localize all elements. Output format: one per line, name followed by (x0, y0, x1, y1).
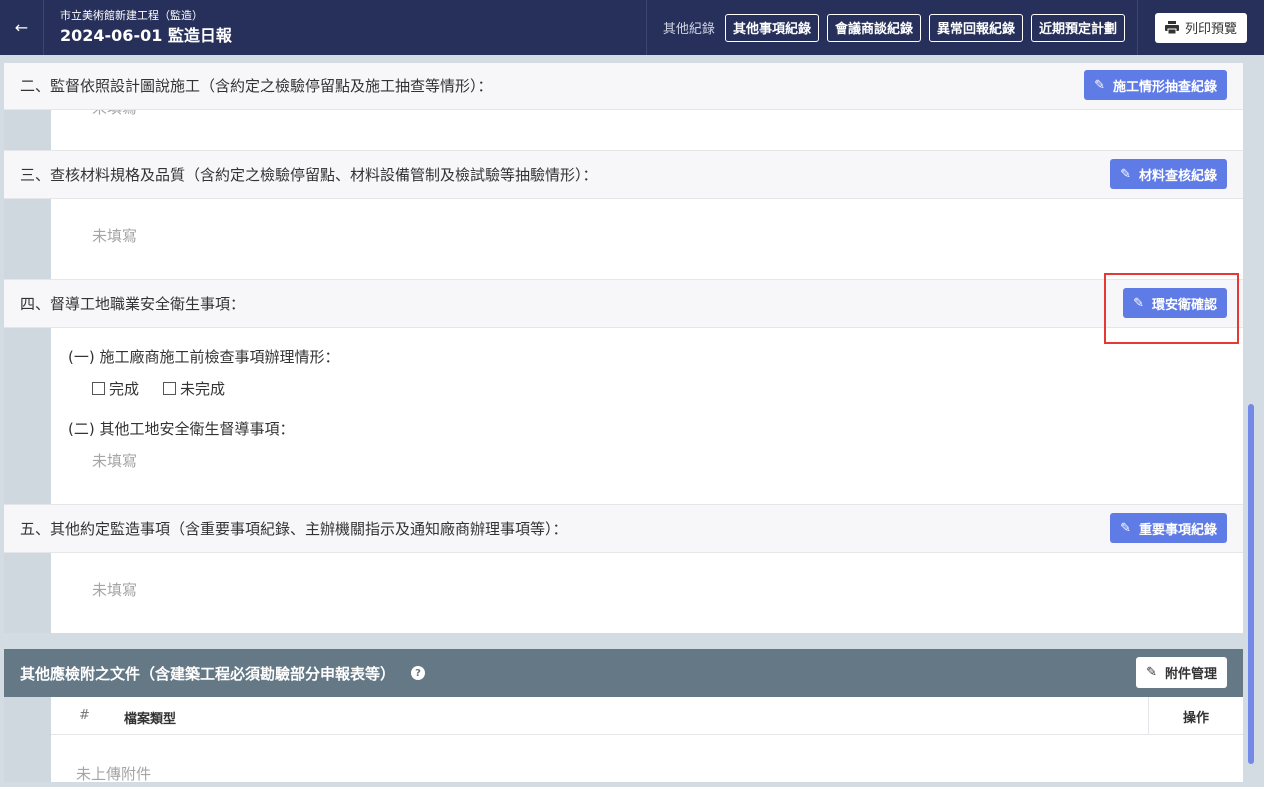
scrollbar-thumb[interactable] (1248, 404, 1254, 764)
pencil-icon: ✎ (1094, 77, 1105, 93)
print-area: 列印預覽 (1138, 0, 1264, 55)
printer-icon (1164, 21, 1179, 34)
column-operations: 操作 (1148, 697, 1243, 735)
print-preview-label: 列印預覽 (1184, 22, 1237, 37)
other-safety-question: (二) 其他工地安全衛生督導事項： (68, 420, 295, 438)
attachments-title: 其他應檢附之文件（含建築工程必須勘驗部分申報表等） (20, 664, 396, 683)
highlight-box (1104, 273, 1239, 344)
section-3-header: 三、查核材料規格及品質（含約定之檢驗停留點、材料設備管制及檢試驗等抽驗情形）： … (4, 150, 1243, 199)
table-header: # 檔案類型 操作 (51, 697, 1243, 735)
top-bar: ← 市立美術館新建工程（監造） 2024-06-01 監造日報 其他紀錄 其他事… (0, 0, 1264, 55)
checkbox-icon[interactable] (92, 382, 105, 395)
arrow-left-icon: ← (14, 18, 29, 37)
attachment-manage-button[interactable]: ✎ 附件管理 (1136, 657, 1227, 688)
section-5-empty-text: 未填寫 (92, 581, 138, 599)
construction-inspection-record-label: 施工情形抽查紀錄 (1112, 79, 1217, 95)
section-2-title: 二、監督依照設計圖說施工（含約定之檢驗停留點及施工抽查等情形）： (20, 77, 493, 95)
important-items-record-button[interactable]: ✎ 重要事項紀錄 (1110, 513, 1227, 543)
anomaly-report-button[interactable]: 異常回報紀錄 (928, 13, 1023, 42)
section-4-header: 四、督導工地職業安全衛生事項： ✎ 環安衛確認 (4, 279, 1243, 328)
checkbox-icon[interactable] (163, 382, 177, 395)
option-undone-label: 未完成 (180, 380, 226, 398)
attachments-table: # 檔案類型 操作 未上傳附件 (4, 697, 1243, 782)
pre-construction-check-options: 完成 未完成 (92, 378, 225, 399)
section-stripe (4, 199, 51, 279)
section-4-title: 四、督導工地職業安全衛生事項： (20, 295, 246, 313)
section-4-body: (一) 施工廠商施工前檢查事項辦理情形： 完成 未完成 (二) 其他工地安全衛生… (4, 328, 1243, 504)
section-5-title: 五、其他約定監造事項（含重要事項紀錄、主辦機關指示及通知廠商辦理事項等）： (20, 520, 568, 538)
page-title: 2024-06-01 監造日報 (60, 25, 232, 45)
section-stripe (4, 328, 51, 504)
pre-construction-check-question: (一) 施工廠商施工前檢查事項辦理情形： (68, 348, 340, 366)
report-content: 未填寫 二、監督依照設計圖說施工（含約定之檢驗停留點及施工抽查等情形）： ✎ 施… (4, 63, 1243, 782)
other-records-label: 其他紀錄 (662, 22, 715, 37)
option-undone[interactable]: 未完成 (163, 378, 225, 399)
section-2-header: 二、監督依照設計圖說施工（含約定之檢驗停留點及施工抽查等情形）： ✎ 施工情形抽… (4, 63, 1243, 110)
other-records-group: 其他紀錄 其他事項紀錄 會議商談紀錄 異常回報紀錄 近期預定計劃 (645, 0, 1138, 55)
column-number: # (79, 708, 90, 723)
upcoming-plan-button[interactable]: 近期預定計劃 (1030, 13, 1125, 42)
section-3-title: 三、查核材料規格及品質（含約定之檢驗停留點、材料設備管制及檢試驗等抽驗情形）： (20, 166, 598, 184)
section-stripe (4, 697, 51, 782)
meeting-record-button[interactable]: 會議商談紀錄 (826, 13, 921, 42)
help-icon[interactable]: ? (411, 666, 426, 680)
section-3-body: 未填寫 (4, 199, 1243, 279)
project-subtitle: 市立美術館新建工程（監造） (60, 8, 203, 22)
no-attachments-text: 未上傳附件 (76, 765, 152, 782)
pencil-icon: ✎ (1146, 665, 1157, 680)
option-done[interactable]: 完成 (92, 378, 139, 399)
back-button[interactable]: ← (0, 0, 44, 55)
option-done-label: 完成 (109, 380, 140, 398)
important-items-record-label: 重要事項紀錄 (1138, 522, 1217, 538)
pencil-icon: ✎ (1120, 520, 1131, 536)
section-divider (4, 633, 1243, 649)
other-items-record-button[interactable]: 其他事項紀錄 (724, 13, 819, 42)
column-file-type: 檔案類型 (124, 712, 177, 727)
material-check-record-label: 材料查核紀錄 (1138, 168, 1217, 184)
title-block: 市立美術館新建工程（監造） 2024-06-01 監造日報 (44, 0, 232, 55)
attachment-manage-label: 附件管理 (1164, 667, 1217, 682)
section-3-empty-text: 未填寫 (92, 227, 138, 245)
attachments-header: 其他應檢附之文件（含建築工程必須勘驗部分申報表等） ? ✎ 附件管理 (4, 649, 1243, 697)
construction-inspection-record-button[interactable]: ✎ 施工情形抽查紀錄 (1084, 70, 1227, 100)
pencil-icon: ✎ (1120, 166, 1131, 182)
section-5-header: 五、其他約定監造事項（含重要事項紀錄、主辦機關指示及通知廠商辦理事項等）： ✎ … (4, 504, 1243, 553)
section-stripe (4, 553, 51, 633)
section-5-body: 未填寫 (4, 553, 1243, 633)
material-check-record-button[interactable]: ✎ 材料查核紀錄 (1110, 159, 1227, 189)
other-safety-empty-text: 未填寫 (92, 452, 138, 470)
print-preview-button[interactable]: 列印預覽 (1154, 12, 1247, 43)
